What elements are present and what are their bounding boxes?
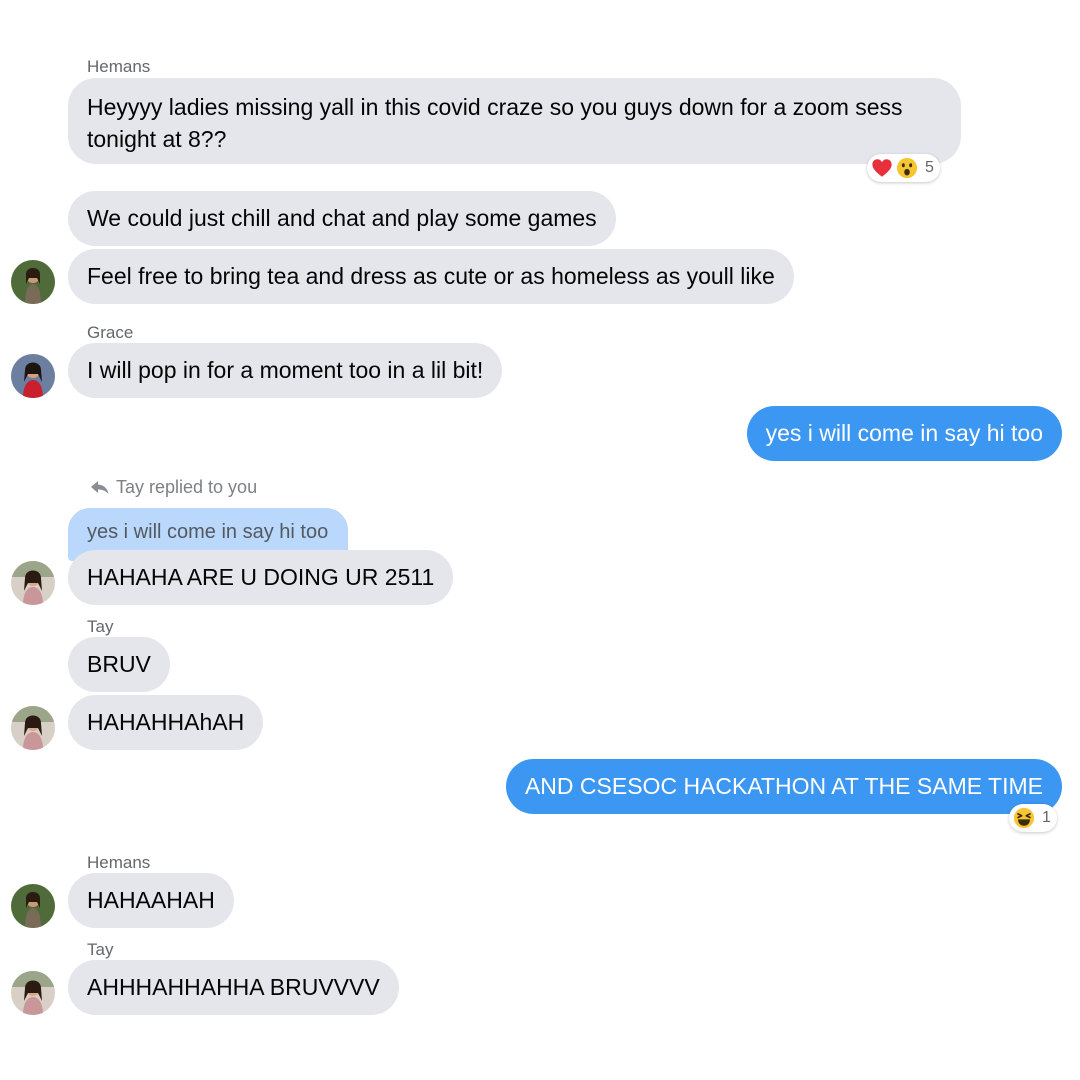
avatar[interactable] xyxy=(11,561,55,605)
avatar[interactable] xyxy=(11,884,55,928)
chat-thread: Hemans Heyyyy ladies missing yall in thi… xyxy=(0,0,1080,1080)
message-bubble[interactable]: AHHHAHHAHHA BRUVVVV xyxy=(68,960,399,1015)
message-bubble[interactable]: HAHAHHAhAH xyxy=(68,695,264,750)
sender-name: Grace xyxy=(87,323,134,342)
avatar[interactable] xyxy=(11,354,55,398)
sender-name: Hemans xyxy=(87,853,151,872)
avatar[interactable] xyxy=(11,706,55,750)
reply-label-text: Tay replied to you xyxy=(116,477,258,497)
message-bubble[interactable]: HAHAHA ARE U DOING UR 2511 xyxy=(68,550,454,605)
laughing-face-icon xyxy=(1013,807,1035,829)
reply-indicator: Tay replied to you xyxy=(90,477,257,498)
message-reactions[interactable]: 5 xyxy=(867,154,940,182)
message-bubble[interactable]: I will pop in for a moment too in a lil … xyxy=(68,343,503,398)
avatar[interactable] xyxy=(11,971,55,1015)
message-bubble[interactable]: Feel free to bring tea and dress as cute… xyxy=(68,249,794,304)
wow-face-icon xyxy=(896,157,918,179)
sender-name: Tay xyxy=(87,940,114,959)
reply-arrow-icon xyxy=(91,480,109,494)
message-bubble[interactable]: Heyyyy ladies missing yall in this covid… xyxy=(68,78,961,164)
reaction-count: 1 xyxy=(1042,809,1051,826)
reaction-count: 5 xyxy=(925,159,934,176)
heart-icon xyxy=(871,157,893,179)
outgoing-message-bubble[interactable]: AND CSESOC HACKATHON AT THE SAME TIME xyxy=(505,759,1062,814)
outgoing-message-bubble[interactable]: yes i will come in say hi too xyxy=(746,406,1062,461)
message-bubble[interactable]: HAHAAHAH xyxy=(68,873,234,928)
avatar[interactable] xyxy=(11,260,55,304)
sender-name: Tay xyxy=(87,617,114,636)
message-bubble[interactable]: BRUV xyxy=(68,637,170,692)
message-bubble[interactable]: We could just chill and chat and play so… xyxy=(68,191,616,246)
message-reactions[interactable]: 1 xyxy=(1009,804,1057,832)
sender-name: Hemans xyxy=(87,57,151,76)
